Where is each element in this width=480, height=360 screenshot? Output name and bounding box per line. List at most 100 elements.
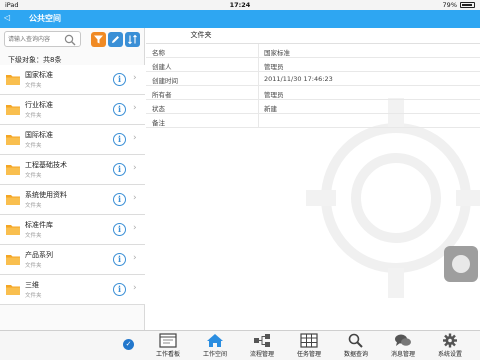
tab-messages[interactable]: 消息管理 [381,333,425,360]
tab-settings[interactable]: 系统设置 [428,333,472,360]
property-value: 管理员 [264,63,284,71]
tab-label: 任务管理 [296,351,321,358]
tab-label: 流程管理 [249,351,274,358]
info-icon[interactable]: i [113,223,126,236]
tab-dashboard[interactable]: 工作看板 [146,333,190,360]
table-row: 创建时间 2011/11/30 17:46:23 [146,72,480,86]
back-icon[interactable]: ◁ [4,13,10,22]
assistive-touch-button[interactable] [444,246,478,282]
info-icon[interactable]: i [113,163,126,176]
battery-percent: 79% [442,1,457,9]
chevron-right-icon: › [133,133,137,143]
item-name: 标准件库 [25,221,53,229]
item-type: 文件夹 [25,233,42,239]
info-icon[interactable]: i [113,193,126,206]
folder-icon [6,195,20,205]
info-icon[interactable]: i [113,133,126,146]
property-value: 管理员 [264,91,284,99]
item-type: 文件夹 [25,203,42,209]
item-name: 三维 [25,281,39,289]
folder-icon [6,75,20,85]
list-item[interactable]: 标准件库 文件夹 i › [0,215,145,245]
search-input[interactable] [8,35,58,44]
edit-button[interactable] [108,32,123,47]
property-table: 名称 国家标准 创建人 管理员 创建时间 2011/11/30 17:46:23 所有… [146,43,480,128]
table-row: 所有者 管理员 [146,86,480,100]
list-item[interactable]: 工程基础技术 文件夹 i › [0,155,145,185]
search-icon[interactable] [64,34,76,46]
item-name: 行业标准 [25,101,53,109]
item-name: 国际标准 [25,131,53,139]
item-type: 文件夹 [25,173,42,179]
item-name: 系统使用资料 [25,191,67,199]
dashboard-icon [159,333,177,348]
folder-icon [6,165,20,175]
tab-label: 系统设置 [437,351,462,358]
list-item[interactable]: 三维 文件夹 i › [0,275,145,305]
info-icon[interactable]: i [113,253,126,266]
clock: 17:24 [229,1,251,9]
property-key: 所有者 [152,91,172,99]
property-key: 创建时间 [152,77,178,85]
filter-button[interactable] [91,32,106,47]
sort-button[interactable] [125,32,140,47]
list-item[interactable]: 行业标准 文件夹 i › [0,95,145,125]
item-type: 文件夹 [25,293,42,299]
status-bar: iPad 17:24 79% [0,0,480,10]
item-type: 文件夹 [25,143,42,149]
tab-data-query[interactable]: 数据查询 [334,333,378,360]
folder-icon [6,255,20,265]
task-grid-icon [300,333,318,348]
info-icon[interactable]: i [113,283,126,296]
chevron-right-icon: › [133,193,137,203]
search-icon [348,333,363,348]
tab-tasks[interactable]: 任务管理 [287,333,331,360]
info-icon[interactable]: i [113,103,126,116]
list-item[interactable]: 产品系列 文件夹 i › [0,245,145,275]
chevron-right-icon: › [133,223,137,233]
property-key: 创建人 [152,63,172,71]
tab-bar: ✓ 工作看板 工作空间 流程管理 任务管理 数据查询 消息管理 系统设置 [0,330,480,360]
chevron-right-icon: › [133,253,137,263]
filter-icon [94,35,103,44]
child-count-label: 下级对象：共8条 [8,56,62,64]
property-key: 备注 [152,119,165,127]
tab-workspace[interactable]: 工作空间 [193,333,237,360]
object-list-panel: 下级对象：共8条 国家标准 文件夹 i › 行业标准 文件夹 i › 国际标准 … [0,28,145,330]
tab-label: 数据查询 [343,351,368,358]
chevron-right-icon: › [133,163,137,173]
item-name: 产品系列 [25,251,53,259]
item-type: 文件夹 [25,113,42,119]
sort-icon [128,34,137,45]
battery-indicator: 79% [443,1,475,9]
item-name: 国家标准 [25,71,53,79]
table-row: 名称 国家标准 [146,44,480,58]
property-value: 国家标准 [264,49,290,57]
detail-header: 文件夹 [190,31,212,39]
tab-workflow[interactable]: 流程管理 [240,333,284,360]
folder-list: 国家标准 文件夹 i › 行业标准 文件夹 i › 国际标准 文件夹 i › 工… [0,65,145,305]
table-row: 备注 [146,114,480,128]
chevron-right-icon: › [133,283,137,293]
folder-icon [6,285,20,295]
item-name: 工程基础技术 [25,161,67,169]
property-key: 名称 [152,49,165,57]
tab-label: 消息管理 [390,351,415,358]
page-title: 公共空间 [29,14,61,23]
table-row: 创建人 管理员 [146,58,480,72]
folder-icon [6,135,20,145]
chevron-right-icon: › [133,73,137,83]
list-item[interactable]: 国家标准 文件夹 i › [0,65,145,95]
home-icon [207,334,223,347]
property-key: 状态 [152,105,165,113]
gear-icon [443,333,457,348]
property-value: 2011/11/30 17:46:23 [264,75,333,83]
check-icon[interactable]: ✓ [123,339,134,350]
list-item[interactable]: 系统使用资料 文件夹 i › [0,185,145,215]
pencil-icon [112,36,119,43]
info-icon[interactable]: i [113,73,126,86]
workflow-icon [254,334,270,347]
list-item[interactable]: 国际标准 文件夹 i › [0,125,145,155]
folder-icon [6,225,20,235]
search-box[interactable] [4,31,81,47]
